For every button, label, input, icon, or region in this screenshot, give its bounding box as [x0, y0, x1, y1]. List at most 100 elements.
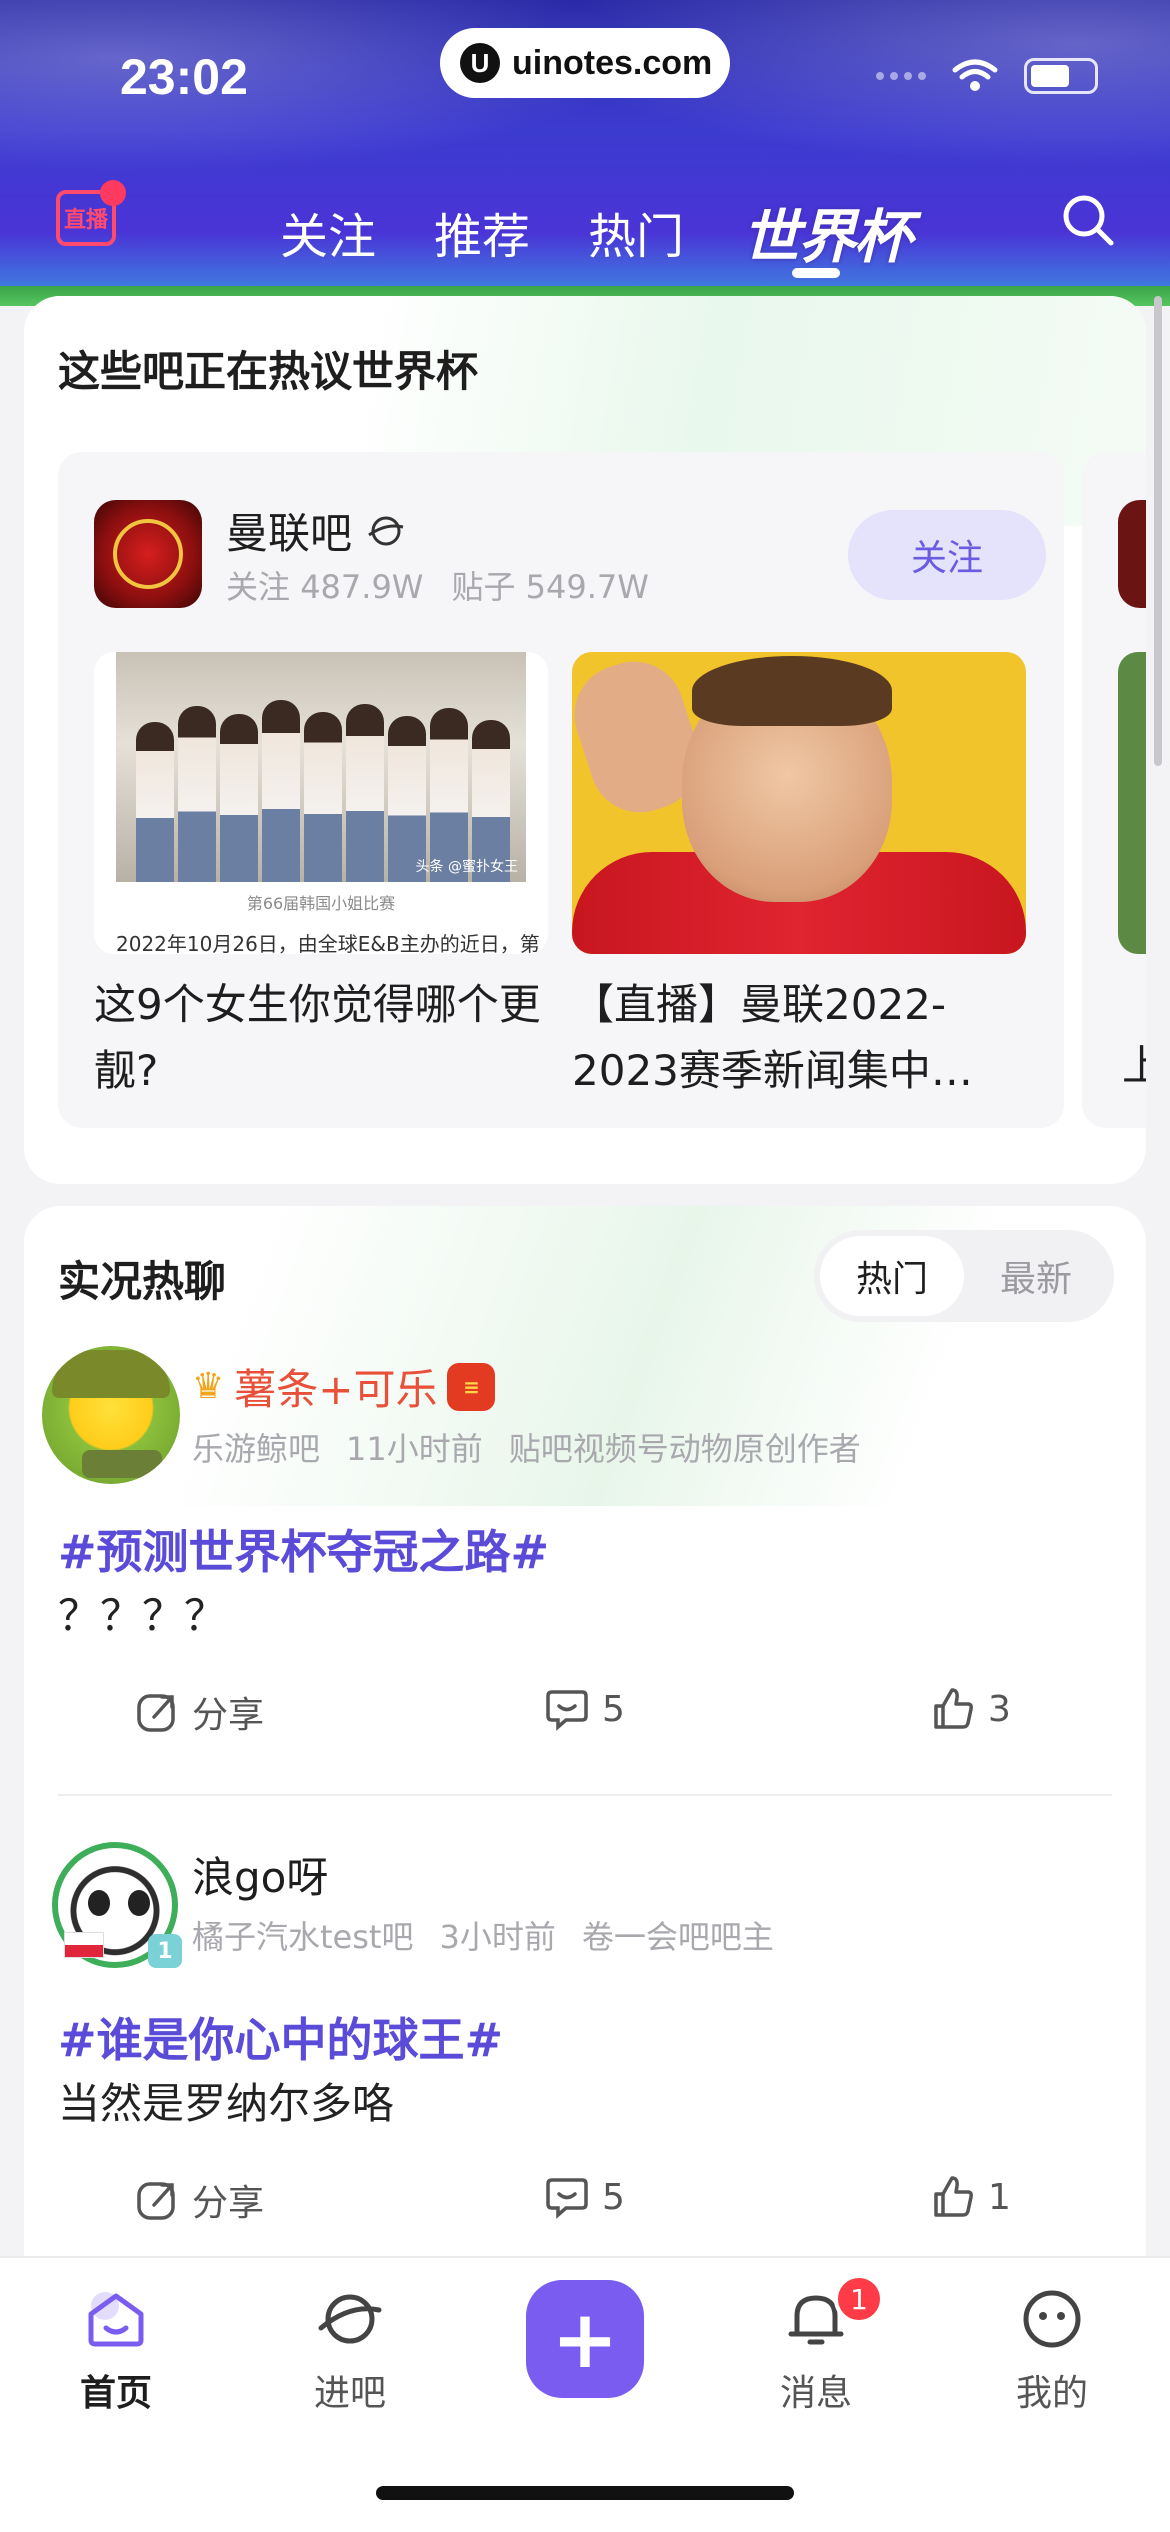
next-post-title: 上	[1122, 1041, 1146, 1090]
tab-hot[interactable]: 热门	[588, 197, 684, 267]
avatar[interactable]	[42, 1346, 180, 1484]
user-role: 卷一会吧吧主	[581, 1918, 774, 1956]
sort-toggle: 热门 最新	[814, 1230, 1114, 1322]
scrollbar[interactable]	[1154, 296, 1162, 766]
comment-icon	[546, 1690, 588, 1731]
notification-badge: 1	[834, 2274, 884, 2324]
posts-count: 549.7W	[525, 568, 649, 606]
club-crest-icon	[113, 519, 183, 589]
comment-icon	[546, 2178, 588, 2219]
sort-hot[interactable]: 热门	[820, 1236, 964, 1316]
smiley-icon	[1023, 2290, 1081, 2348]
post-thumbnail[interactable]: 头条 @蜜扑女王 第66届韩国小姐比赛 2022年10月26日，由全球E&B主办…	[94, 652, 548, 954]
planet-icon	[318, 2294, 382, 2344]
next-forum-avatar	[1118, 500, 1146, 608]
tab-forums-label: 进吧	[313, 2373, 386, 2414]
comment-button[interactable]: 5	[544, 1686, 625, 1732]
post-content: ？？？？	[58, 1591, 227, 1640]
posts-label: 贴子	[451, 568, 516, 606]
comment-button[interactable]: 5	[544, 2174, 625, 2220]
post-actions: 分享 5 3	[24, 1686, 1146, 1758]
follow-button[interactable]: 关注	[848, 510, 1046, 600]
share-icon	[137, 1694, 175, 1732]
battery-icon	[1024, 58, 1098, 94]
forum-link[interactable]: 橘子汽水test吧	[192, 1912, 413, 1958]
share-label: 分享	[192, 1695, 265, 1736]
share-button[interactable]: 分享	[134, 1686, 264, 1738]
live-chat-card: 实况热聊 热门 最新 ♛ 薯条+可乐 ≡ 乐游鲸吧 11小时前 贴吧视频号动物原…	[24, 1206, 1146, 2266]
forum-avatar[interactable]	[94, 500, 202, 608]
forum-panel[interactable]: 曼联吧 关注 487.9W 贴子 549.7W 关注 头条 @蜜扑女王 第66届…	[58, 452, 1064, 1128]
live-tv-icon[interactable]: 直播	[56, 180, 126, 246]
tab-world-cup[interactable]: 世界杯	[742, 190, 912, 274]
thumbs-up-icon	[934, 2176, 973, 2217]
share-label: 分享	[192, 2183, 265, 2224]
crown-icon: ♛	[192, 1366, 225, 1407]
post-title[interactable]: 这9个女生你觉得哪个更靓?	[94, 972, 554, 1104]
watermark: 头条 @蜜扑女王	[415, 859, 518, 875]
group-photo-image: 头条 @蜜扑女王	[116, 652, 526, 882]
avatar-eye	[128, 1890, 150, 1916]
site-logo-icon: U	[460, 43, 500, 83]
post-content: 当然是罗纳尔多咯	[58, 2079, 395, 2128]
tab-home[interactable]: 首页	[46, 2284, 186, 2416]
like-button[interactable]: 1	[930, 2174, 1011, 2220]
search-icon[interactable]	[1060, 192, 1116, 248]
comment-count: 5	[602, 1688, 625, 1730]
forum-stats: 关注 487.9W 贴子 549.7W	[226, 562, 649, 608]
home-icon	[88, 2292, 144, 2347]
url-pill[interactable]: U uinotes.com	[440, 28, 730, 98]
followers-label: 关注	[226, 568, 291, 606]
system-icons	[876, 58, 1098, 94]
like-count: 1	[988, 2176, 1011, 2218]
url-text: uinotes.com	[512, 43, 713, 82]
like-count: 3	[988, 1688, 1011, 1730]
top-header: 23:02 U uinotes.com 直播 关注 推荐 热门 世界杯	[0, 0, 1170, 290]
user-role: 贴吧视频号动物原创作者	[508, 1430, 861, 1468]
live-label: 直播	[63, 208, 108, 233]
post-title[interactable]: 【直播】曼联2022-2023赛季新闻集中…	[572, 972, 1032, 1104]
hot-forums-card: 这些吧正在热议世界杯 曼联吧 关注 487.9W 贴子 549.7W 关注 头条…	[24, 296, 1146, 1184]
tab-follow[interactable]: 关注	[280, 197, 376, 267]
comment-count: 5	[602, 2176, 625, 2218]
next-post-thumbnail	[1118, 652, 1146, 954]
share-icon	[137, 2182, 175, 2220]
tab-profile-label: 我的	[1015, 2373, 1088, 2414]
active-tab-indicator	[792, 268, 840, 278]
tab-messages-label: 消息	[779, 2373, 852, 2414]
post-meta: 乐游鲸吧 11小时前 贴吧视频号动物原创作者	[192, 1424, 861, 1470]
followers-count: 487.9W	[300, 568, 424, 606]
tab-recommend[interactable]: 推荐	[434, 197, 530, 267]
wifi-icon	[952, 59, 998, 91]
status-time: 23:02	[120, 49, 248, 105]
divider	[58, 1794, 1112, 1796]
post-time: 3小时前	[439, 1918, 556, 1956]
sort-latest[interactable]: 最新	[964, 1236, 1108, 1316]
share-button[interactable]: 分享	[134, 2174, 264, 2226]
username-row: 浪go呀	[192, 1844, 328, 1905]
planet-icon	[368, 516, 404, 545]
avatar-tank	[82, 1450, 162, 1478]
tab-messages[interactable]: 1 消息	[746, 2274, 886, 2416]
signal-icon	[876, 72, 926, 80]
tab-home-label: 首页	[79, 2373, 152, 2414]
tab-forums[interactable]: 进吧	[280, 2284, 420, 2416]
username[interactable]: 薯条+可乐	[234, 1356, 437, 1417]
flag-icon	[64, 1932, 104, 1958]
thumbs-up-icon	[934, 1688, 973, 1729]
forum-name[interactable]: 曼联吧	[226, 500, 352, 561]
home-indicator	[376, 2486, 794, 2500]
forum-name-row: 曼联吧	[226, 500, 406, 561]
like-button[interactable]: 3	[930, 1686, 1011, 1732]
username[interactable]: 浪go呀	[192, 1844, 328, 1905]
tab-profile[interactable]: 我的	[982, 2284, 1122, 2416]
photo-hair	[692, 656, 892, 726]
create-post-button[interactable]: +	[526, 2280, 644, 2398]
topic-tag[interactable]: #预测世界杯夺冠之路#	[58, 1516, 549, 1582]
topic-tag[interactable]: #谁是你心中的球王#	[58, 2004, 503, 2070]
post-meta: 橘子汽水test吧 3小时前 卷一会吧吧主	[192, 1912, 774, 1958]
post-thumbnail[interactable]	[572, 652, 1026, 954]
level-badge: 1	[148, 1934, 182, 1968]
avatar-eye	[88, 1890, 110, 1916]
forum-link[interactable]: 乐游鲸吧	[192, 1424, 320, 1470]
